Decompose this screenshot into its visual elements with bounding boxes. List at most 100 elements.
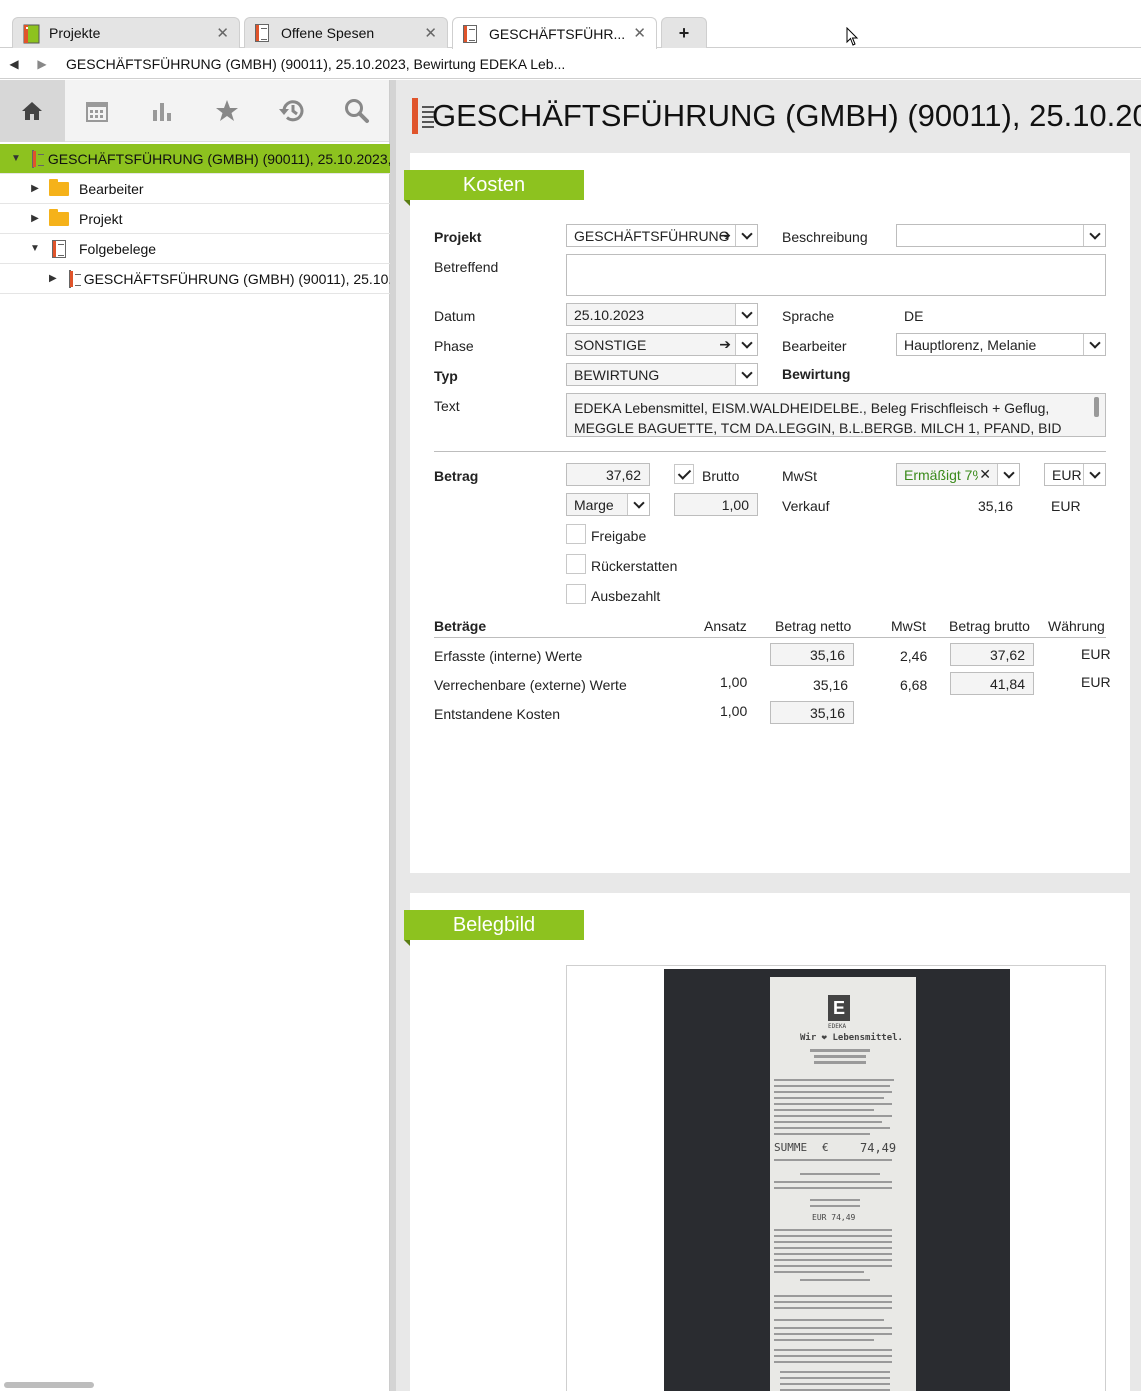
netto-field[interactable]: 35,16 — [770, 701, 854, 724]
table-header-netto: Betrag netto — [775, 618, 852, 634]
calendar-icon[interactable] — [65, 80, 130, 142]
chevron-down-icon[interactable] — [1083, 334, 1105, 355]
sprache-label: Sprache — [782, 308, 835, 324]
tree-item-follow-document[interactable]: ▶ GESCHÄFTSFÜHRUNG (GMBH) (90011), 25.10… — [0, 264, 390, 294]
sidebar-toolbar — [0, 80, 389, 142]
chevron-down-icon[interactable] — [997, 464, 1019, 485]
tree-item-projekt[interactable]: ▶ Projekt — [0, 204, 390, 234]
brutto-field[interactable]: 41,84 — [950, 672, 1034, 695]
caret-down-icon[interactable]: ▼ — [11, 153, 21, 164]
receipt-currency: € — [822, 1141, 829, 1154]
marge-select[interactable]: Marge — [566, 493, 650, 516]
belegbild-card: Belegbild E EDEKA Wir ❤ Lebensmittel. SU… — [404, 893, 1130, 1391]
close-icon[interactable]: ✕ — [633, 24, 646, 42]
datum-value: 25.10.2023 — [574, 306, 645, 323]
beschreibung-label: Beschreibung — [782, 229, 868, 245]
divider — [434, 451, 1106, 452]
bearbeiter-select[interactable]: Hauptlorenz, Melanie — [896, 333, 1106, 356]
caret-right-icon[interactable]: ▶ — [30, 213, 40, 224]
chevron-down-icon[interactable] — [735, 334, 757, 355]
caret-down-icon[interactable]: ▼ — [30, 243, 40, 254]
typ-select[interactable]: BEWIRTUNG — [566, 363, 758, 386]
new-tab-button[interactable]: + — [661, 17, 707, 48]
arrow-right-icon[interactable]: ➔ — [719, 227, 731, 244]
chevron-down-icon[interactable] — [1083, 464, 1105, 485]
betrag-label: Betrag — [434, 468, 479, 484]
tree-item-label: Folgebelege — [79, 240, 157, 257]
star-icon[interactable] — [194, 80, 259, 142]
bearbeiter-label: Bearbeiter — [782, 338, 847, 354]
receipt-photo: E EDEKA Wir ❤ Lebensmittel. SUMME € 74,4… — [664, 969, 1010, 1391]
betreffend-field[interactable] — [566, 254, 1106, 296]
bearbeiter-value: Hauptlorenz, Melanie — [904, 336, 1037, 353]
tree-item-label: Bearbeiter — [79, 180, 144, 197]
phase-field[interactable]: SONSTIGE ➔ — [566, 333, 758, 356]
projekt-field[interactable]: GESCHÄFTSFÜHRUNG ➔ — [566, 224, 758, 247]
currency-value: EUR — [1052, 466, 1082, 483]
tree-item-document[interactable]: ▼ GESCHÄFTSFÜHRUNG (GMBH) (90011), 25.10… — [0, 144, 390, 174]
tab-label: GESCHÄFTSFÜHR... — [489, 25, 626, 42]
projekt-value: GESCHÄFTSFÜHRUNG — [574, 227, 730, 244]
table-row-label: Entstandene Kosten — [434, 706, 561, 722]
scrollbar[interactable] — [1094, 397, 1099, 417]
chevron-down-icon[interactable] — [735, 364, 757, 385]
beschreibung-select[interactable] — [896, 224, 1106, 247]
close-icon[interactable]: ✕ — [424, 24, 437, 42]
search-icon[interactable] — [324, 80, 389, 142]
waehrung-value: EUR — [1081, 674, 1111, 690]
caret-right-icon[interactable]: ▶ — [49, 273, 57, 284]
navigation-tree: ▼ GESCHÄFTSFÜHRUNG (GMBH) (90011), 25.10… — [0, 144, 390, 294]
mwst-select[interactable]: Ermäßigt 7% ✕ — [896, 463, 1020, 486]
edeka-logo: E — [828, 995, 850, 1021]
table-row-label: Verrechenbare (externe) Werte — [434, 677, 627, 693]
projekt-label: Projekt — [434, 229, 482, 245]
table-header-mwst: MwSt — [891, 618, 926, 634]
tree-item-folgebelege[interactable]: ▼ Folgebelege — [0, 234, 390, 264]
ansatz-value: 1,00 — [720, 674, 748, 690]
brutto-checkbox[interactable] — [674, 464, 694, 484]
horizontal-scrollbar[interactable] — [4, 1382, 94, 1388]
datum-field[interactable]: 25.10.2023 — [566, 303, 758, 326]
arrow-right-icon[interactable]: ➔ — [719, 336, 731, 353]
address-bar: ◀ ▶ GESCHÄFTSFÜHRUNG (GMBH) (90011), 25.… — [0, 49, 1141, 79]
home-icon[interactable] — [0, 80, 65, 142]
tree-item-bearbeiter[interactable]: ▶ Bearbeiter — [0, 174, 390, 204]
rueckerstatten-label: Rückerstatten — [591, 558, 678, 574]
ausbezahlt-checkbox[interactable] — [566, 584, 586, 604]
betrag-field[interactable]: 37,62 — [566, 463, 650, 486]
tab-projekte[interactable]: Projekte ✕ — [12, 17, 240, 48]
back-arrow-icon[interactable]: ◀ — [0, 57, 28, 71]
tree-item-label: GESCHÄFTSFÜHRUNG (GMBH) (90011), 25.10.2… — [47, 150, 390, 167]
brutto-field[interactable]: 37,62 — [950, 643, 1034, 666]
marge-factor-field[interactable]: 1,00 — [674, 493, 758, 516]
mwst-value: 2,46 — [900, 648, 928, 664]
chevron-down-icon[interactable] — [1083, 225, 1105, 246]
chevron-down-icon[interactable] — [627, 494, 649, 515]
kosten-card: Kosten Projekt GESCHÄFTSFÜHRUNG ➔ Beschr… — [404, 153, 1130, 873]
chart-icon[interactable] — [130, 80, 195, 142]
chevron-down-icon[interactable] — [735, 304, 757, 325]
rueckerstatten-checkbox[interactable] — [566, 554, 586, 574]
document-icon — [31, 149, 44, 168]
marge-value: Marge — [574, 496, 614, 513]
receipt-paper: E EDEKA Wir ❤ Lebensmittel. SUMME € 74,4… — [770, 977, 916, 1391]
netto-field[interactable]: 35,16 — [770, 643, 854, 666]
text-field[interactable]: EDEKA Lebensmittel, EISM.WALDHEIDELBE., … — [566, 393, 1106, 437]
clear-icon[interactable]: ✕ — [979, 466, 991, 483]
forward-arrow-icon[interactable]: ▶ — [28, 57, 56, 71]
typ-display: Bewirtung — [782, 366, 851, 382]
history-icon[interactable] — [259, 80, 324, 142]
tab-geschaeftsfuehrung[interactable]: GESCHÄFTSFÜHR... ✕ — [452, 17, 657, 49]
chevron-down-icon[interactable] — [735, 225, 757, 246]
caret-right-icon[interactable]: ▶ — [30, 183, 40, 194]
verkauf-value: 35,16 — [978, 498, 1014, 514]
mouse-cursor-icon — [846, 27, 859, 46]
close-icon[interactable]: ✕ — [216, 24, 229, 42]
tab-offene-spesen[interactable]: Offene Spesen ✕ — [244, 17, 448, 48]
freigabe-checkbox[interactable] — [566, 524, 586, 544]
netto-value: 35,16 — [813, 677, 849, 693]
currency-select[interactable]: EUR — [1044, 463, 1106, 486]
tree-item-label: GESCHÄFTSFÜHRUNG (GMBH) (90011), 25.10. — [83, 270, 390, 287]
freigabe-label: Freigabe — [591, 528, 647, 544]
receipt-image-frame[interactable]: E EDEKA Wir ❤ Lebensmittel. SUMME € 74,4… — [566, 965, 1106, 1391]
